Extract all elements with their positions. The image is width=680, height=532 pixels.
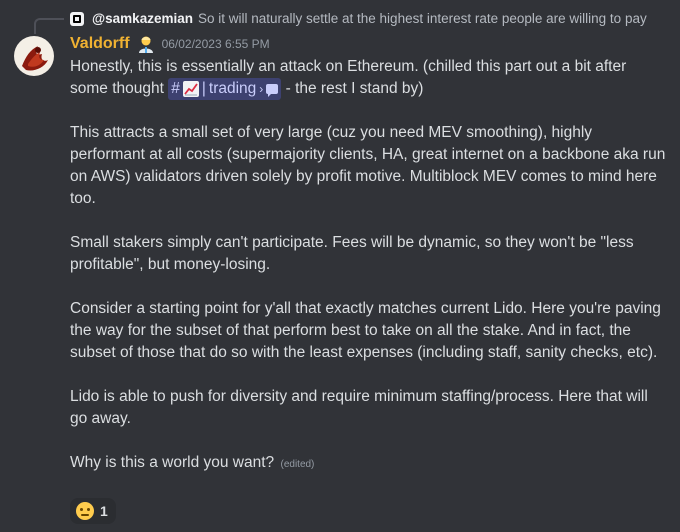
edited-label: (edited) [280, 459, 315, 470]
message-paragraph-6: Why is this a world you want? (edited) [70, 452, 668, 476]
message-paragraph-2: This attracts a small set of very large … [70, 124, 666, 207]
thread-icon [266, 84, 279, 97]
channel-name: trading [208, 80, 257, 97]
reply-username[interactable]: @samkazemian [92, 11, 193, 26]
neutral-face-icon [76, 502, 94, 520]
paragraph-6-text: Why is this a world you want? [70, 454, 275, 471]
chevron-right-icon: › [259, 82, 264, 96]
avatar[interactable] [14, 36, 54, 76]
paragraph-1-tail: - the rest I stand by) [281, 80, 424, 97]
reaction-button[interactable]: 1 [70, 498, 116, 524]
message-paragraph-1: Honestly, this is essentially an attack … [70, 56, 668, 100]
message-content: Honestly, this is essentially an attack … [70, 56, 668, 476]
message-paragraph-4: Consider a starting point for y'all that… [70, 300, 661, 361]
message-username[interactable]: Valdorff [70, 35, 130, 53]
channel-mention[interactable]: # | trading › [168, 78, 282, 100]
chart-increasing-icon [182, 81, 199, 97]
message-header: Valdorff 06/02/2023 6:55 PM [70, 34, 270, 54]
channel-hash: # [171, 80, 180, 97]
reaction-count: 1 [100, 503, 108, 519]
reply-preview[interactable]: @samkazemian So it will naturally settle… [70, 11, 680, 26]
reply-connector [34, 18, 64, 34]
reply-avatar-icon[interactable] [70, 11, 84, 26]
message-paragraph-5: Lido is able to push for diversity and r… [70, 388, 648, 427]
scientist-icon [136, 34, 156, 54]
channel-separator: | [201, 80, 206, 97]
message-timestamp: 06/02/2023 6:55 PM [161, 37, 270, 51]
message-paragraph-3: Small stakers simply can't participate. … [70, 234, 634, 273]
reply-text[interactable]: So it will naturally settle at the highe… [198, 11, 647, 26]
